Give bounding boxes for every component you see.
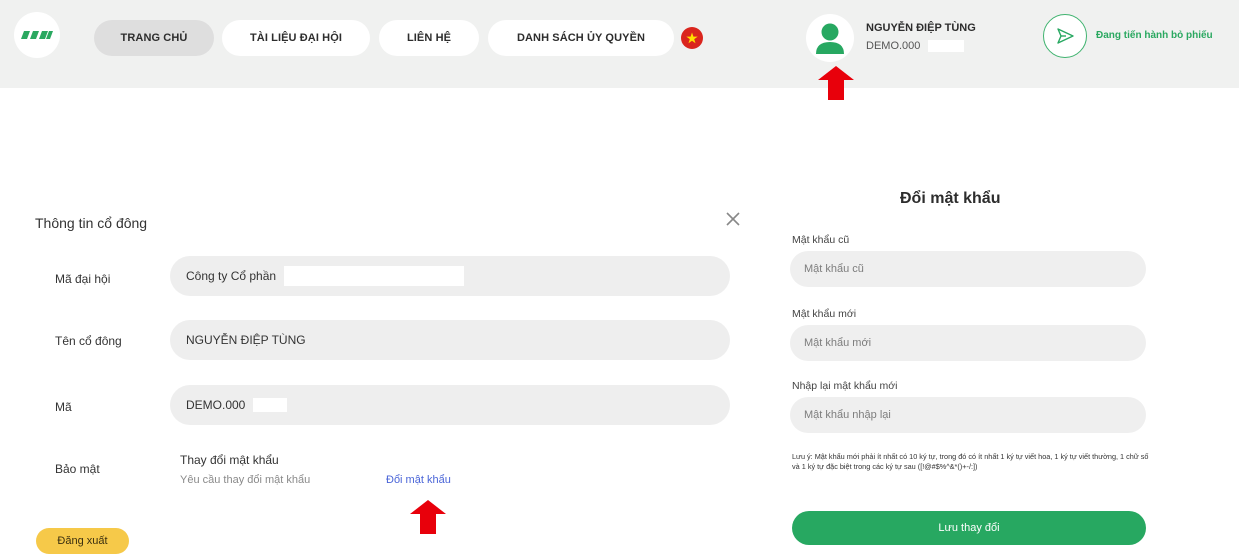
vietnam-flag-icon[interactable]: [681, 27, 703, 49]
user-name: NGUYỄN ĐIỆP TÙNG: [866, 22, 976, 34]
change-password-title: Thay đổi mật khẩu: [180, 453, 279, 467]
panel-title: Thông tin cổ đông: [35, 215, 148, 231]
user-icon[interactable]: [806, 14, 854, 62]
top-navigation-bar: TRANG CHỦ TÀI LIỆU ĐẠI HỘI LIÊN HỆ DANH …: [0, 0, 1239, 88]
new-password-label: Mật khẩu mới: [792, 308, 857, 320]
change-password-description: Yêu cầu thay đổi mật khẩu: [180, 474, 311, 486]
send-icon[interactable]: [1043, 14, 1087, 58]
red-arrow-marker: [410, 500, 446, 534]
meeting-code-field: Công ty Cổ phần: [170, 256, 730, 296]
new-password-input[interactable]: [790, 325, 1146, 361]
security-label: Bảo mật: [55, 462, 100, 476]
meeting-code-label: Mã đại hội: [55, 272, 111, 286]
voting-status-label: Đang tiến hành bỏ phiếu: [1096, 30, 1213, 41]
nav-home-button[interactable]: TRANG CHỦ: [94, 20, 214, 56]
password-rule-note: Lưu ý: Mật khẩu mới phải ít nhất có 10 k…: [792, 452, 1149, 471]
code-field: DEMO.000: [170, 385, 730, 425]
close-icon[interactable]: [724, 210, 742, 228]
logout-button[interactable]: Đăng xuất: [36, 528, 129, 554]
nav-contact-button[interactable]: LIÊN HỆ: [379, 20, 479, 56]
brand-logo-icon[interactable]: [14, 12, 60, 58]
change-password-link[interactable]: Đổi mật khẩu: [386, 474, 451, 486]
old-password-label: Mật khẩu cũ: [792, 234, 850, 246]
red-arrow-marker: [818, 66, 854, 100]
old-password-input[interactable]: [790, 251, 1146, 287]
code-label: Mã: [55, 400, 72, 414]
user-code: DEMO.000: [866, 40, 965, 53]
nav-proxy-list-button[interactable]: DANH SÁCH ỦY QUYỀN: [488, 20, 674, 56]
change-password-form-title: Đổi mật khẩu: [900, 190, 1001, 207]
save-changes-button[interactable]: Lưu thay đổi: [792, 511, 1146, 545]
confirm-password-input[interactable]: [790, 397, 1146, 433]
nav-documents-button[interactable]: TÀI LIỆU ĐẠI HỘI: [222, 20, 370, 56]
confirm-password-label: Nhập lại mật khẩu mới: [792, 380, 898, 392]
shareholder-name-label: Tên cổ đông: [55, 334, 122, 348]
shareholder-name-field: NGUYỄN ĐIỆP TÙNG: [170, 320, 730, 360]
